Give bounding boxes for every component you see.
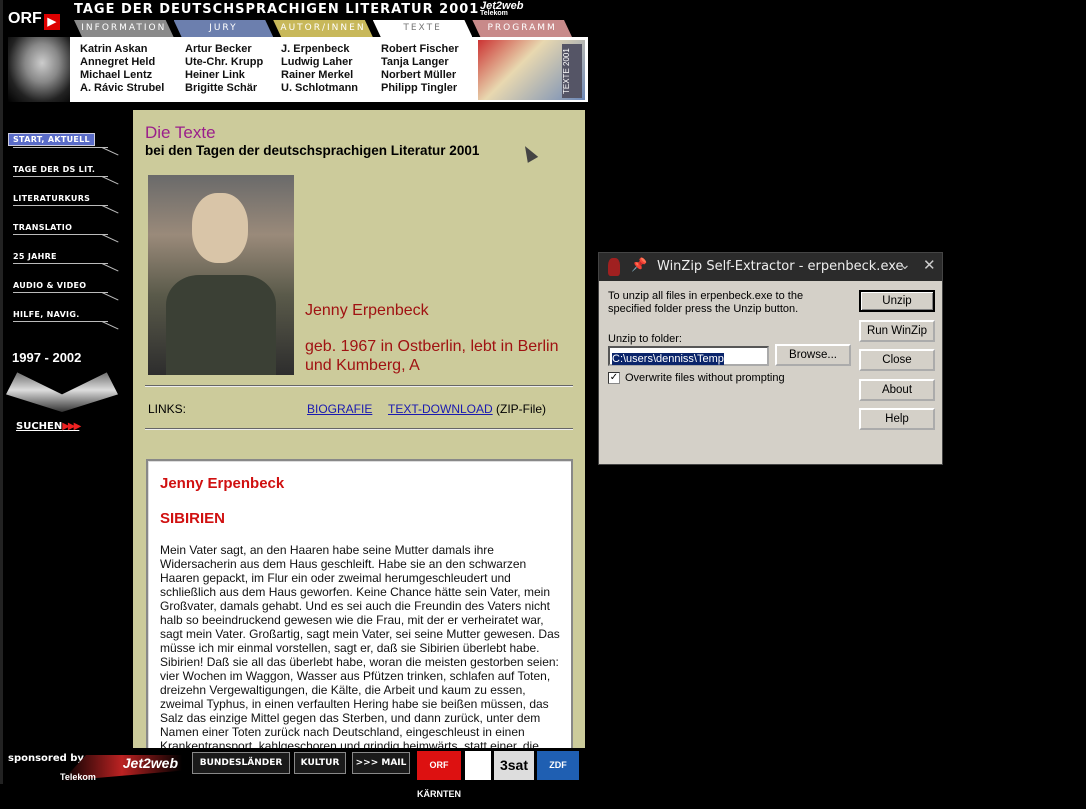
author-bio: geb. 1967 in Ostberlin, lebt in Berlin u…	[305, 338, 559, 374]
excerpt-body: Mein Vater sagt, an den Haaren habe sein…	[160, 543, 560, 748]
arrow-icon: ▶▶▶	[62, 421, 81, 432]
biografie-link[interactable]: BIOGRAFIE	[307, 402, 372, 416]
tab-texte[interactable]: TEXTE	[372, 20, 473, 37]
author-link[interactable]: Annegret Held	[80, 56, 185, 69]
coat-of-arms-icon[interactable]	[465, 751, 491, 780]
author-list: Katrin Askan Artur Becker J. Erpenbeck R…	[80, 43, 477, 95]
tab-autorinnen[interactable]: AUTOR/INNEN	[273, 20, 373, 37]
sidebar-nav: START, AKTUELL TAGE DER DS LIT. LITERATU…	[8, 130, 120, 333]
author-link[interactable]: Ute-Chr. Krupp	[185, 56, 281, 69]
main-content: Die Texte bei den Tagen der deutschsprac…	[133, 110, 585, 748]
mail-button[interactable]: >>> MAIL	[352, 752, 410, 774]
chevron-down-icon[interactable]: ⌄	[899, 257, 911, 273]
sidebar-item-hilfe[interactable]: HILFE, NAVIG.	[8, 304, 120, 333]
author-link[interactable]: J. Erpenbeck	[281, 43, 381, 56]
run-winzip-button[interactable]: Run WinZip	[859, 320, 935, 342]
tab-programm[interactable]: PROGRAMM	[472, 20, 572, 37]
dialog-titlebar[interactable]: 📌 WinZip Self-Extractor - erpenbeck.exe …	[599, 253, 942, 281]
tab-information[interactable]: INFORMATION	[74, 20, 174, 37]
author-link[interactable]: Philipp Tingler	[381, 82, 477, 95]
tab-jury[interactable]: JURY	[173, 20, 274, 37]
author-link[interactable]: Heiner Link	[185, 69, 281, 82]
archive-book-image[interactable]	[6, 372, 118, 412]
unzip-button[interactable]: Unzip	[859, 290, 935, 312]
links-label: LINKS:	[148, 402, 187, 416]
play-icon: ▶	[43, 14, 60, 30]
sidebar-item-start[interactable]: START, AKTUELL	[8, 130, 120, 159]
divider	[145, 385, 573, 387]
jet2web-logo[interactable]: Jet2web Telekom	[480, 0, 560, 18]
excerpt-title: SIBIRIEN	[160, 510, 226, 527]
kultur-button[interactable]: KULTUR	[294, 752, 346, 774]
divider	[145, 428, 573, 430]
orf-logo[interactable]: ORF ▶	[8, 10, 60, 30]
site-title: TAGE DER DEUTSCHSPRACHIGEN LITERATUR 200…	[74, 2, 480, 17]
help-button[interactable]: Help	[859, 408, 935, 430]
dialog-message: To unzip all files in erpenbeck.exe to t…	[608, 290, 804, 315]
author-link[interactable]: Tanja Langer	[381, 56, 477, 69]
author-link[interactable]: Artur Becker	[185, 43, 281, 56]
years-label: 1997 - 2002	[12, 350, 82, 365]
sidebar-item-tage[interactable]: TAGE DER DS LIT.	[8, 159, 120, 188]
window-edge	[0, 0, 3, 784]
browse-button[interactable]: Browse...	[775, 344, 851, 366]
page-title: Die Texte	[145, 123, 216, 142]
sidebar-item-audio-video[interactable]: AUDIO & VIDEO	[8, 275, 120, 304]
sponsored-label: sponsored by	[8, 753, 84, 764]
author-link[interactable]: Robert Fischer	[381, 43, 477, 56]
winzip-icon	[608, 258, 620, 276]
author-photo	[148, 175, 294, 375]
author-link[interactable]: Norbert Müller	[381, 69, 477, 82]
page-subtitle: bei den Tagen der deutschsprachigen Lite…	[145, 143, 480, 158]
winzip-dialog: 📌 WinZip Self-Extractor - erpenbeck.exe …	[598, 252, 943, 465]
banner-portrait	[8, 37, 70, 102]
bundeslaender-button[interactable]: BUNDESLÄNDER	[192, 752, 290, 774]
author-link[interactable]: Michael Lentz	[80, 69, 185, 82]
sidebar-item-literaturkurs[interactable]: LITERATURKURS	[8, 188, 120, 217]
zdf-logo[interactable]: ZDF	[537, 751, 579, 780]
close-icon[interactable]: ✕	[923, 256, 936, 274]
3sat-logo[interactable]: 3sat	[494, 751, 534, 780]
folder-label: Unzip to folder:	[608, 333, 682, 345]
dialog-title: WinZip Self-Extractor - erpenbeck.exe	[657, 259, 904, 274]
text-excerpt-box: Jenny Erpenbeck SIBIRIEN Mein Vater sagt…	[146, 459, 573, 748]
top-nav-tabs: INFORMATION JURY AUTOR/INNEN TEXTE PROGR…	[74, 20, 572, 37]
overwrite-checkbox[interactable]: ✓	[608, 372, 620, 384]
orf-kaernten-logo[interactable]: ORF KÄRNTEN	[417, 751, 461, 799]
close-button[interactable]: Close	[859, 349, 935, 371]
author-link[interactable]: Katrin Askan	[80, 43, 185, 56]
author-link[interactable]: Ludwig Laher	[281, 56, 381, 69]
zip-note: (ZIP-File)	[496, 402, 546, 416]
overwrite-label: Overwrite files without prompting	[625, 372, 785, 384]
author-link[interactable]: Rainer Merkel	[281, 69, 381, 82]
search-link[interactable]: SUCHEN▶▶▶	[16, 421, 81, 432]
author-link[interactable]: U. Schlotmann	[281, 82, 381, 95]
about-button[interactable]: About	[859, 379, 935, 401]
author-name: Jenny Erpenbeck	[305, 302, 429, 319]
folder-input[interactable]: C:\users\denniss\Temp	[608, 346, 769, 366]
text-download-link[interactable]: TEXT-DOWNLOAD	[388, 402, 493, 416]
banner-label: TEXTE 2001	[562, 44, 582, 98]
author-link[interactable]: Brigitte Schär	[185, 82, 281, 95]
sidebar-item-25-jahre[interactable]: 25 JAHRE	[8, 246, 120, 275]
sidebar-item-translatio[interactable]: TRANSLATIO	[8, 217, 120, 246]
author-link[interactable]: A. Rávic Strubel	[80, 82, 185, 95]
pin-icon[interactable]: 📌	[631, 258, 647, 273]
telekom-label: Telekom	[60, 772, 96, 782]
excerpt-author: Jenny Erpenbeck	[160, 475, 285, 492]
